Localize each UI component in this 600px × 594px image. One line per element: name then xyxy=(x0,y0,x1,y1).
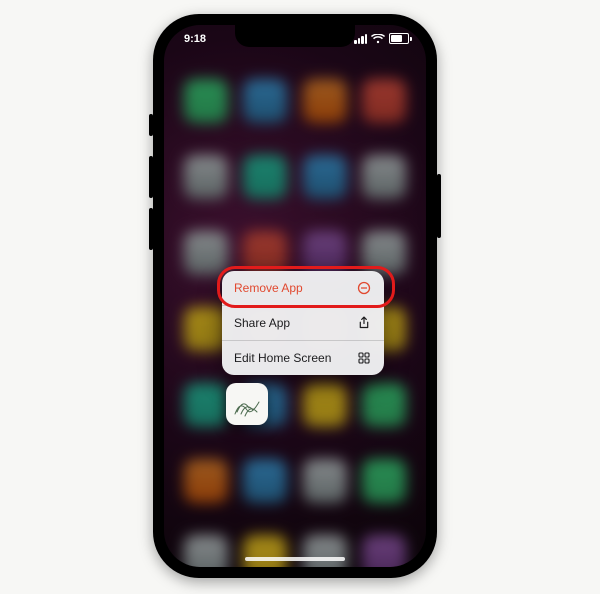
battery-icon xyxy=(389,33,412,44)
app-context-menu: Remove App Share App Edi xyxy=(222,271,384,375)
remove-app-button[interactable]: Remove App xyxy=(222,271,384,306)
cellular-signal-icon xyxy=(354,34,367,44)
edit-grid-icon xyxy=(356,350,372,366)
selected-app-icon[interactable] xyxy=(226,383,268,425)
edit-home-screen-button[interactable]: Edit Home Screen xyxy=(222,341,384,375)
menu-item-label: Remove App xyxy=(234,281,303,295)
share-icon xyxy=(356,315,372,331)
menu-item-label: Share App xyxy=(234,316,290,330)
notch xyxy=(235,25,355,47)
volume-up-button[interactable] xyxy=(149,156,153,198)
iphone-frame: 9:18 xyxy=(153,14,437,578)
wifi-icon xyxy=(371,34,385,44)
home-indicator[interactable] xyxy=(245,557,345,561)
volume-down-button[interactable] xyxy=(149,208,153,250)
remove-icon xyxy=(356,280,372,296)
power-button[interactable] xyxy=(437,174,441,238)
status-time: 9:18 xyxy=(184,33,206,45)
phone-screen: 9:18 xyxy=(164,25,426,567)
mute-switch[interactable] xyxy=(149,114,153,136)
menu-item-label: Edit Home Screen xyxy=(234,351,331,365)
share-app-button[interactable]: Share App xyxy=(222,306,384,341)
